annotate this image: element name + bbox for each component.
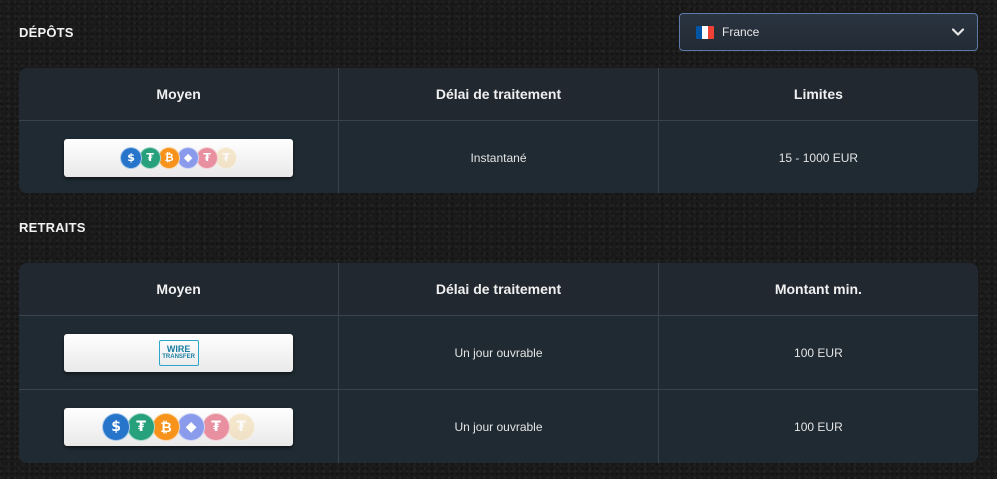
crypto-icons: $ ₮ ₿ ◆ ₮ ₮ <box>120 146 238 169</box>
transfer-logo-text: TRANSFER <box>162 354 195 360</box>
withdrawals-title: RETRAITS <box>19 220 86 235</box>
usdc-icon: $ <box>102 413 131 442</box>
deposits-table: Moyen Délai de traitement Limites $ ₮ ₿ ◆ ₮ ₮… <box>19 68 978 193</box>
tether-icon: ₮ <box>202 413 231 442</box>
tether-icon: ₮ <box>139 146 162 169</box>
crypto-method-button[interactable]: $ ₮ ₿ ◆ ₮ ₮ <box>64 408 294 447</box>
ethereum-icon: ◆ <box>177 146 200 169</box>
deposits-title: DÉPÔTS <box>19 25 74 40</box>
table-row: $ ₮ ₿ ◆ ₮ ₮ Un jour ouvrable 100 EUR <box>19 389 978 463</box>
coin-icon: ₮ <box>215 146 238 169</box>
bitcoin-icon: ₿ <box>158 146 181 169</box>
column-header-method: Moyen <box>19 68 340 121</box>
processing-time-cell: Instantané <box>338 120 659 193</box>
table-row: WIRE TRANSFER Un jour ouvrable 100 EUR <box>19 315 978 390</box>
limit-cell: 15 - 1000 EUR <box>658 120 978 193</box>
crypto-icons: $ ₮ ₿ ◆ ₮ ₮ <box>102 413 256 442</box>
column-header-method: Moyen <box>19 263 340 316</box>
table-row: $ ₮ ₿ ◆ ₮ ₮ Instantané 15 - 1000 EUR <box>19 120 978 193</box>
method-cell: WIRE TRANSFER <box>19 315 340 390</box>
chevron-down-icon <box>951 28 965 36</box>
wire-transfer-logo: WIRE TRANSFER <box>158 339 199 366</box>
withdrawals-table: Moyen Délai de traitement Montant min. W… <box>19 263 978 463</box>
method-cell: $ ₮ ₿ ◆ ₮ ₮ <box>19 120 340 193</box>
column-header-min-amount: Montant min. <box>658 263 978 316</box>
wire-logo-text: WIRE <box>166 344 191 354</box>
bitcoin-icon: ₿ <box>152 413 181 442</box>
crypto-method-button[interactable]: $ ₮ ₿ ◆ ₮ ₮ <box>64 138 294 177</box>
coin-icon: ₮ <box>227 413 256 442</box>
tether-icon: ₮ <box>196 146 219 169</box>
ethereum-icon: ◆ <box>177 413 206 442</box>
country-select[interactable]: France <box>679 13 978 51</box>
tether-icon: ₮ <box>127 413 156 442</box>
column-header-limits: Limites <box>658 68 978 121</box>
wire-transfer-method-button[interactable]: WIRE TRANSFER <box>64 333 294 372</box>
column-header-processing-time: Délai de traitement <box>338 263 659 316</box>
min-amount-cell: 100 EUR <box>658 315 978 390</box>
processing-time-cell: Un jour ouvrable <box>338 389 659 463</box>
usdc-icon: $ <box>120 146 143 169</box>
processing-time-cell: Un jour ouvrable <box>338 315 659 390</box>
france-flag-icon <box>696 25 714 39</box>
column-header-processing-time: Délai de traitement <box>338 68 659 121</box>
country-select-value: France <box>722 25 760 39</box>
min-amount-cell: 100 EUR <box>658 389 978 463</box>
method-cell: $ ₮ ₿ ◆ ₮ ₮ <box>19 389 340 463</box>
